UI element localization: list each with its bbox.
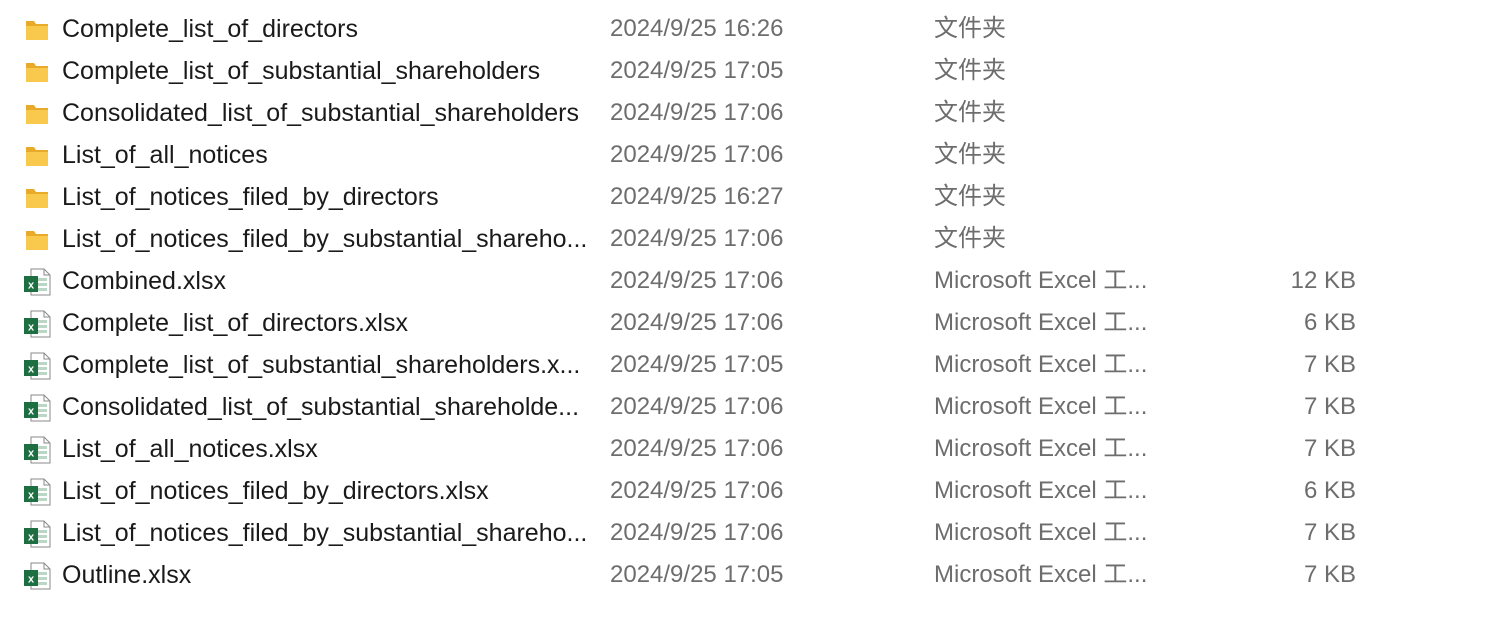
- file-name: Combined.xlsx: [62, 267, 226, 295]
- folder-icon: [22, 225, 52, 255]
- file-type: Microsoft Excel 工...: [934, 519, 1148, 546]
- file-size: 6 KB: [1303, 309, 1356, 336]
- file-name: Complete_list_of_directors.xlsx: [62, 309, 408, 337]
- file-type: 文件夹: [934, 57, 1006, 84]
- file-row[interactable]: List_of_all_notices 2024/9/25 17:06 文件夹: [0, 134, 1499, 176]
- file-type: Microsoft Excel 工...: [934, 561, 1148, 588]
- file-name: Complete_list_of_directors: [62, 15, 358, 43]
- excel-file-icon: x: [22, 393, 52, 423]
- file-name: List_of_all_notices.xlsx: [62, 435, 318, 463]
- file-date-modified: 2024/9/25 17:06: [610, 99, 784, 126]
- svg-text:x: x: [28, 574, 35, 586]
- excel-file-icon: x: [22, 561, 52, 591]
- folder-icon: [22, 15, 52, 45]
- file-date-modified: 2024/9/25 17:06: [610, 393, 784, 420]
- excel-file-icon: x: [22, 351, 52, 381]
- svg-text:x: x: [28, 280, 35, 292]
- file-row[interactable]: x Combined.xlsx 2024/9/25 17:06 Microsof…: [0, 260, 1499, 302]
- file-date-modified: 2024/9/25 17:05: [610, 561, 784, 588]
- svg-text:x: x: [28, 406, 35, 418]
- file-type: Microsoft Excel 工...: [934, 309, 1148, 336]
- file-type: Microsoft Excel 工...: [934, 267, 1148, 294]
- folder-icon: [22, 99, 52, 129]
- file-row[interactable]: x List_of_all_notices.xlsx 2024/9/25 17:…: [0, 428, 1499, 470]
- file-row[interactable]: x Consolidated_list_of_substantial_share…: [0, 386, 1499, 428]
- svg-text:x: x: [28, 364, 35, 376]
- file-name: List_of_notices_filed_by_directors: [62, 183, 439, 211]
- excel-file-icon: x: [22, 267, 52, 297]
- file-name: List_of_notices_filed_by_substantial_sha…: [62, 225, 587, 253]
- svg-text:x: x: [28, 490, 35, 502]
- file-name: List_of_notices_filed_by_substantial_sha…: [62, 519, 587, 547]
- file-row[interactable]: x Outline.xlsx 2024/9/25 17:05 Microsoft…: [0, 554, 1499, 596]
- file-size: [1200, 134, 1356, 176]
- file-name: Complete_list_of_substantial_shareholder…: [62, 351, 581, 379]
- file-row[interactable]: x Complete_list_of_substantial_sharehold…: [0, 344, 1499, 386]
- file-row[interactable]: Complete_list_of_substantial_shareholder…: [0, 50, 1499, 92]
- file-size: [1200, 176, 1356, 218]
- file-size: 7 KB: [1303, 561, 1356, 588]
- file-name: List_of_all_notices: [62, 141, 268, 169]
- file-name: Complete_list_of_substantial_shareholder…: [62, 57, 541, 85]
- file-type: 文件夹: [934, 141, 1006, 168]
- file-type: Microsoft Excel 工...: [934, 393, 1148, 420]
- file-size: [1200, 8, 1356, 50]
- excel-file-icon: x: [22, 435, 52, 465]
- file-size: 12 KB: [1290, 267, 1356, 294]
- file-size: 6 KB: [1303, 477, 1356, 504]
- file-name: List_of_notices_filed_by_directors.xlsx: [62, 477, 489, 505]
- file-type: Microsoft Excel 工...: [934, 435, 1148, 462]
- svg-text:x: x: [28, 532, 35, 544]
- file-date-modified: 2024/9/25 17:05: [610, 351, 784, 378]
- file-date-modified: 2024/9/25 17:06: [610, 435, 784, 462]
- folder-icon: [22, 141, 52, 171]
- file-row[interactable]: Consolidated_list_of_substantial_shareho…: [0, 92, 1499, 134]
- folder-icon: [22, 57, 52, 87]
- folder-icon: [22, 183, 52, 213]
- file-row[interactable]: List_of_notices_filed_by_substantial_sha…: [0, 218, 1499, 260]
- file-size: 7 KB: [1303, 519, 1356, 546]
- file-size: [1200, 50, 1356, 92]
- file-row[interactable]: x Complete_list_of_directors.xlsx 2024/9…: [0, 302, 1499, 344]
- file-date-modified: 2024/9/25 16:26: [610, 15, 784, 42]
- excel-file-icon: x: [22, 477, 52, 507]
- file-size: 7 KB: [1303, 435, 1356, 462]
- file-date-modified: 2024/9/25 16:27: [610, 183, 784, 210]
- file-date-modified: 2024/9/25 17:06: [610, 309, 784, 336]
- file-type: Microsoft Excel 工...: [934, 351, 1148, 378]
- svg-text:x: x: [28, 448, 35, 460]
- file-type: 文件夹: [934, 183, 1006, 210]
- file-date-modified: 2024/9/25 17:06: [610, 267, 784, 294]
- excel-file-icon: x: [22, 309, 52, 339]
- file-row[interactable]: x List_of_notices_filed_by_substantial_s…: [0, 512, 1499, 554]
- file-name: Consolidated_list_of_substantial_shareho…: [62, 99, 580, 127]
- file-date-modified: 2024/9/25 17:06: [610, 141, 784, 168]
- file-type: 文件夹: [934, 225, 1006, 252]
- file-type: Microsoft Excel 工...: [934, 477, 1148, 504]
- file-type: 文件夹: [934, 15, 1006, 42]
- file-row[interactable]: Complete_list_of_directors 2024/9/25 16:…: [0, 8, 1499, 50]
- file-size: [1200, 218, 1356, 260]
- file-size: 7 KB: [1303, 393, 1356, 420]
- svg-text:x: x: [28, 322, 35, 334]
- excel-file-icon: x: [22, 519, 52, 549]
- file-row[interactable]: x List_of_notices_filed_by_directors.xls…: [0, 470, 1499, 512]
- file-date-modified: 2024/9/25 17:06: [610, 519, 784, 546]
- file-type: 文件夹: [934, 99, 1006, 126]
- file-date-modified: 2024/9/25 17:06: [610, 477, 784, 504]
- file-name: Outline.xlsx: [62, 561, 192, 589]
- file-list: Complete_list_of_directors 2024/9/25 16:…: [0, 8, 1499, 596]
- file-date-modified: 2024/9/25 17:05: [610, 57, 784, 84]
- file-date-modified: 2024/9/25 17:06: [610, 225, 784, 252]
- file-size: 7 KB: [1303, 351, 1356, 378]
- file-name: Consolidated_list_of_substantial_shareho…: [62, 393, 580, 421]
- file-row[interactable]: List_of_notices_filed_by_directors 2024/…: [0, 176, 1499, 218]
- file-size: [1200, 92, 1356, 134]
